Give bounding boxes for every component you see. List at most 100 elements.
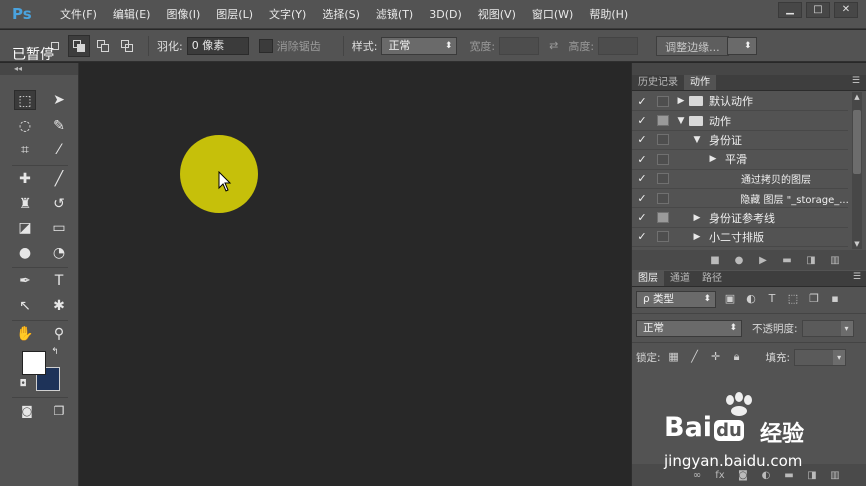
width-input[interactable]: [499, 36, 540, 55]
workspace-select[interactable]: ⬍: [726, 36, 757, 55]
check-icon[interactable]: ✓: [632, 230, 652, 243]
tab-history[interactable]: 历史记录: [632, 75, 684, 90]
eyedropper-tool-icon[interactable]: ⁄: [48, 140, 70, 160]
panel-collapse-icon[interactable]: ◂◂: [0, 63, 78, 75]
scroll-down-icon[interactable]: ▼: [852, 239, 862, 249]
blur-tool-icon[interactable]: ●: [14, 243, 36, 263]
menu-item[interactable]: 窗口(W): [524, 0, 581, 29]
type-filter-icon[interactable]: T: [765, 292, 779, 306]
clone-stamp-tool-icon[interactable]: ♜: [14, 194, 36, 214]
dialog-toggle-box[interactable]: [657, 95, 669, 107]
close-button[interactable]: ✕: [834, 2, 858, 18]
panel-menu-icon[interactable]: ☰: [852, 76, 860, 86]
dialog-toggle-box[interactable]: [657, 153, 669, 165]
tab-layers[interactable]: 图层: [632, 271, 664, 286]
dialog-toggle-box[interactable]: [656, 192, 669, 204]
action-row[interactable]: ✓ ▶ 身份证参考线: [632, 208, 848, 228]
caret-down-icon[interactable]: ▼: [691, 135, 703, 145]
action-row[interactable]: ✓ 通过拷贝的图层: [632, 170, 848, 189]
intersect-selection-icon[interactable]: [116, 35, 138, 57]
swap-icon[interactable]: ⇄: [549, 39, 558, 52]
tab-channels[interactable]: 通道: [664, 271, 696, 286]
check-icon[interactable]: ✓: [632, 211, 652, 224]
quick-selection-tool-icon[interactable]: ✎: [48, 116, 70, 136]
screen-mode-icon[interactable]: ❐: [48, 401, 70, 421]
menu-item[interactable]: 编辑(E): [105, 0, 159, 29]
tab-actions[interactable]: 动作: [684, 75, 716, 90]
adjustment-filter-icon[interactable]: ◐: [744, 292, 758, 306]
style-select[interactable]: 正常 ⬍: [381, 36, 458, 55]
scroll-up-icon[interactable]: ▲: [852, 92, 862, 102]
check-icon[interactable]: ✓: [632, 192, 652, 205]
lock-position-icon[interactable]: ✛: [709, 350, 723, 364]
lock-all-icon[interactable]: 🔒︎: [730, 350, 744, 364]
rect-marquee-tool-icon[interactable]: ⬚: [14, 90, 36, 110]
image-filter-icon[interactable]: ▣: [723, 292, 737, 306]
fill-input[interactable]: ▾: [794, 348, 847, 366]
tab-paths[interactable]: 路径: [696, 271, 728, 286]
dialog-toggle-box[interactable]: [657, 134, 669, 146]
blend-mode-select[interactable]: 正常 ⬍: [636, 319, 742, 337]
dodge-tool-icon[interactable]: ◔: [48, 243, 70, 263]
menu-item[interactable]: 滤镜(T): [368, 0, 421, 29]
custom-shape-tool-icon[interactable]: ✱: [48, 296, 70, 316]
feather-input[interactable]: 0 像素: [186, 36, 249, 55]
history-brush-tool-icon[interactable]: ↺: [48, 194, 70, 214]
stop-icon[interactable]: ■: [709, 255, 721, 266]
panel-menu-icon[interactable]: ☰: [853, 272, 861, 282]
chevron-down-icon[interactable]: ▾: [833, 349, 846, 365]
height-input[interactable]: [598, 36, 639, 55]
swap-colors-icon[interactable]: ↰: [48, 345, 62, 359]
refine-edge-button[interactable]: 调整边缘...: [656, 35, 729, 56]
smart-object-filter-icon[interactable]: ❐: [807, 292, 821, 306]
trash-icon[interactable]: ▥: [829, 255, 841, 266]
pen-tool-icon[interactable]: ✒: [14, 271, 36, 291]
default-colors-icon[interactable]: ◘: [16, 377, 30, 391]
antialias-checkbox[interactable]: [258, 38, 273, 53]
action-row[interactable]: ✓ ▶ 小二寸排版: [632, 228, 848, 248]
shape-filter-icon[interactable]: ⬚: [786, 292, 800, 306]
minimize-button[interactable]: ▁: [778, 2, 802, 18]
healing-brush-tool-icon[interactable]: ✚: [14, 169, 36, 189]
foreground-color-swatch[interactable]: [22, 351, 46, 375]
add-to-selection-icon[interactable]: [68, 34, 90, 57]
record-icon[interactable]: ●: [733, 255, 745, 266]
document-canvas[interactable]: [80, 63, 630, 486]
hand-tool-icon[interactable]: ✋: [14, 324, 36, 344]
menu-item[interactable]: 选择(S): [314, 0, 368, 29]
lasso-tool-icon[interactable]: ◌: [14, 116, 36, 136]
eraser-tool-icon[interactable]: ◪: [14, 218, 36, 238]
quick-mask-icon[interactable]: ◙: [16, 401, 38, 421]
check-icon[interactable]: ✓: [632, 114, 652, 127]
check-icon[interactable]: ✓: [632, 153, 652, 166]
menu-item[interactable]: 文字(Y): [261, 0, 314, 29]
menu-item[interactable]: 帮助(H): [581, 0, 636, 29]
menu-item[interactable]: 视图(V): [470, 0, 524, 29]
path-selection-tool-icon[interactable]: ↖: [14, 296, 36, 316]
zoom-tool-icon[interactable]: ⚲: [48, 324, 70, 344]
subtract-from-selection-icon[interactable]: [92, 35, 114, 57]
crop-tool-icon[interactable]: ⌗: [14, 140, 36, 160]
caret-right-icon[interactable]: ▶: [691, 232, 703, 242]
menu-item[interactable]: 3D(D): [421, 0, 470, 29]
layer-filter-select[interactable]: ρ 类型 ⬍: [636, 290, 716, 308]
caret-down-icon[interactable]: ▼: [675, 116, 687, 126]
brush-tool-icon[interactable]: ╱: [48, 169, 70, 189]
dialog-toggle-box[interactable]: [657, 212, 669, 224]
gradient-tool-icon[interactable]: ▭: [48, 218, 70, 238]
check-icon[interactable]: ✓: [632, 95, 652, 108]
new-set-icon[interactable]: ▬: [781, 255, 793, 266]
lock-transparent-icon[interactable]: ▦: [667, 350, 681, 364]
caret-right-icon[interactable]: ▶: [707, 154, 719, 164]
action-row[interactable]: ✓ 隐藏 图层 "_storage_...: [632, 189, 848, 209]
action-row[interactable]: ✓ ▼ 动作: [632, 111, 848, 131]
type-tool-icon[interactable]: T: [48, 271, 70, 291]
menu-item[interactable]: 图层(L): [208, 0, 261, 29]
chevron-down-icon[interactable]: ▾: [840, 320, 853, 336]
menu-item[interactable]: 图像(I): [158, 0, 208, 29]
move-tool-icon[interactable]: ➤: [48, 90, 70, 110]
check-icon[interactable]: ✓: [632, 133, 652, 146]
dialog-toggle-box[interactable]: [657, 115, 669, 127]
caret-right-icon[interactable]: ▶: [675, 96, 687, 106]
menu-item[interactable]: 文件(F): [52, 0, 105, 29]
